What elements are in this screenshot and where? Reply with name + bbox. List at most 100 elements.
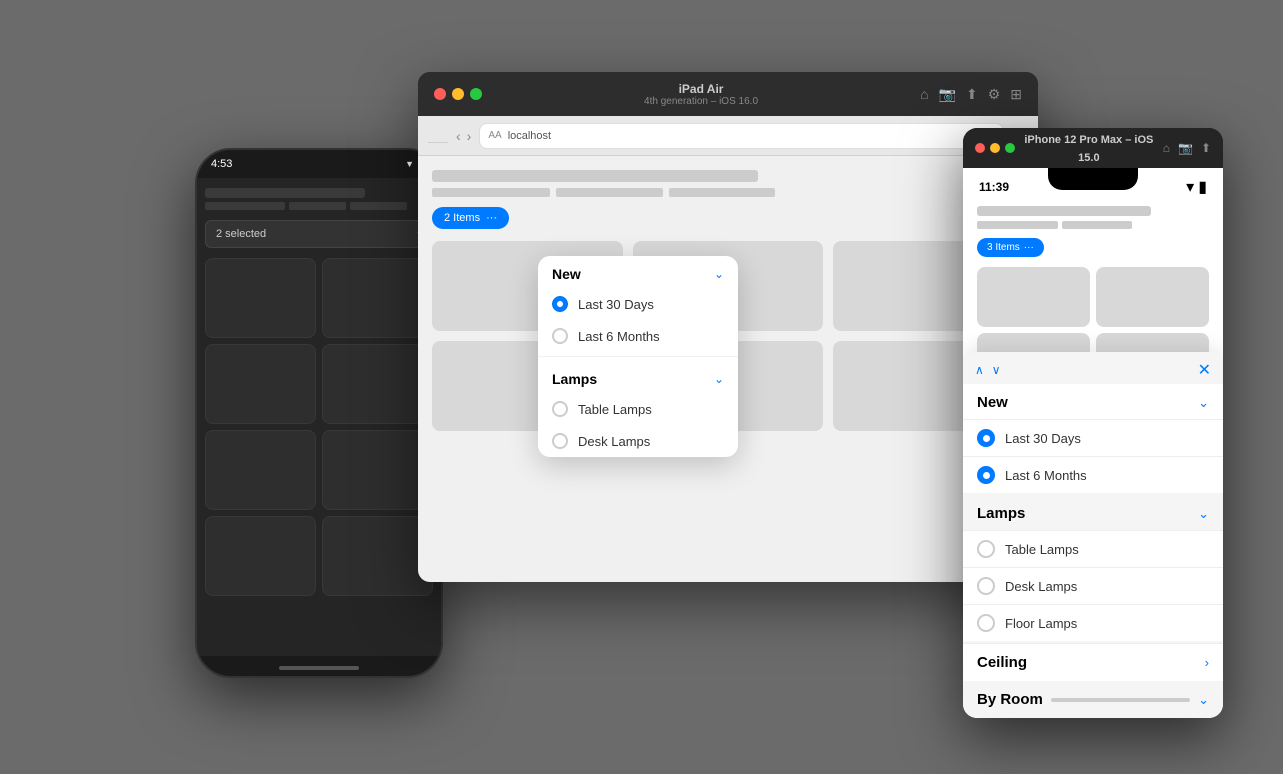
forward-button[interactable]: › — [467, 128, 472, 144]
ipad-titlebar: iPad Air 4th generation – iOS 16.0 ⌂ 📷 ⬆… — [418, 72, 1038, 116]
panel-radio-floorlamps[interactable] — [977, 614, 995, 632]
header-line — [432, 188, 550, 197]
dropdown-radio-tablelamps[interactable] — [552, 401, 568, 417]
iphone-device-title: iPhone 12 Pro Max – iOS 15.0 — [1021, 130, 1157, 166]
panel-ceiling-chevron: › — [1205, 655, 1209, 670]
panel-ceiling-row[interactable]: Ceiling › — [963, 643, 1223, 681]
dropdown-item-last6months[interactable]: Last 6 Months — [538, 320, 738, 352]
minimize-button[interactable] — [452, 88, 464, 100]
panel-radio-last30[interactable] — [977, 429, 995, 447]
android-content: 2 selected ▾ — [197, 178, 441, 656]
iphone-grid-item — [1096, 267, 1209, 327]
ipad-nav-buttons: ‹ › — [456, 128, 471, 144]
iphone-window: iPhone 12 Pro Max – iOS 15.0 ⌂ 📷 ⬆ 11:39… — [963, 128, 1223, 718]
iphone-close-button[interactable] — [975, 143, 985, 153]
camera-icon[interactable]: 📷 — [939, 86, 956, 103]
header-line-2 — [289, 202, 346, 210]
home-icon[interactable]: ⌂ — [920, 86, 928, 103]
grid-icon[interactable]: ⊞ — [1010, 86, 1022, 103]
ipad-app-content: 2 Items ··· New ⌄ Last — [418, 156, 1038, 582]
ipad-header-lines — [432, 188, 1024, 197]
iphone-filter-pill[interactable]: 3 Items ··· — [977, 238, 1044, 257]
android-grid — [205, 258, 433, 596]
iphone-minimize-button[interactable] — [990, 143, 1000, 153]
dropdown-chevron-new[interactable]: ⌄ — [714, 267, 724, 281]
header-line — [1062, 221, 1132, 229]
panel-section-new-chevron: ⌄ — [1198, 395, 1209, 411]
android-grid-item — [205, 430, 316, 510]
iphone-filter-label: 3 Items — [987, 242, 1020, 253]
dropdown-item-last30[interactable]: Last 30 Days — [538, 288, 738, 320]
dropdown-radio-last6months[interactable] — [552, 328, 568, 344]
android-time: 4:53 — [211, 158, 232, 170]
panel-section-lamps-chevron: ⌄ — [1198, 506, 1209, 522]
ipad-url-bar[interactable]: AA localhost — [479, 123, 1004, 149]
panel-byroom-bar — [1051, 698, 1190, 702]
panel-nav-down[interactable]: ∨ — [992, 363, 1001, 377]
iphone-header-area — [977, 206, 1209, 229]
panel-byroom-label: By Room — [977, 691, 1043, 708]
iphone-titlebar: iPhone 12 Pro Max – iOS 15.0 ⌂ 📷 ⬆ — [963, 128, 1223, 168]
iphone-maximize-button[interactable] — [1005, 143, 1015, 153]
panel-section-new-header[interactable]: New ⌄ — [963, 384, 1223, 419]
panel-byroom-row[interactable]: By Room ⌄ — [963, 681, 1223, 718]
panel-label-last6months: Last 6 Months — [1005, 468, 1087, 483]
ipad-filter-bar: 2 Items ··· — [432, 207, 1024, 229]
ipad-filter-pill[interactable]: 2 Items ··· — [432, 207, 509, 229]
android-grid-item — [322, 516, 433, 596]
panel-item-last6months[interactable]: Last 6 Months — [963, 456, 1223, 493]
dropdown-radio-desklamps[interactable] — [552, 433, 568, 449]
android-grid-item — [322, 344, 433, 424]
ipad-toolbar-icons: ⌂ 📷 ⬆ ⚙ ⊞ — [920, 86, 1022, 103]
share-icon[interactable]: ⬆ — [966, 86, 978, 103]
maximize-button[interactable] — [470, 88, 482, 100]
iphone-share-icon[interactable]: ⬆ — [1201, 141, 1211, 155]
panel-label-last30: Last 30 Days — [1005, 431, 1081, 446]
dropdown-label-tablelamps: Table Lamps — [578, 402, 652, 417]
panel-radio-tablelamps[interactable] — [977, 540, 995, 558]
panel-nav-up[interactable]: ∧ — [975, 363, 984, 377]
iphone-grid-item — [977, 267, 1090, 327]
ipad-header-placeholder — [432, 170, 758, 182]
ipad-screen: ‹ › AA localhost ··· 2 Items — [418, 116, 1038, 582]
android-select[interactable]: 2 selected ▾ — [205, 220, 433, 248]
dropdown-chevron-lamps[interactable]: ⌄ — [714, 372, 724, 386]
android-select-label: 2 selected — [216, 228, 266, 240]
panel-radio-desklamps[interactable] — [977, 577, 995, 595]
dropdown-radio-last30[interactable] — [552, 296, 568, 312]
back-button[interactable]: ‹ — [456, 128, 461, 144]
panel-item-desklamps[interactable]: Desk Lamps — [963, 567, 1223, 604]
dropdown-section-new-title: New — [552, 266, 581, 282]
panel-item-floorlamps[interactable]: Floor Lamps — [963, 604, 1223, 641]
ipad-dropdown: New ⌄ Last 30 Days Last 6 Months Lamps ⌄ — [538, 256, 738, 457]
header-line — [977, 221, 1058, 229]
lamps-items-container: Table Lamps Desk Lamps Floor Lamps — [963, 530, 1223, 641]
panel-section-new-title: New — [977, 394, 1008, 411]
iphone-camera-icon[interactable]: 📷 — [1178, 141, 1193, 155]
battery-icon: ▮ — [1198, 177, 1207, 197]
dropdown-item-desklamps[interactable]: Desk Lamps — [538, 425, 738, 457]
close-button[interactable] — [434, 88, 446, 100]
panel-item-last30[interactable]: Last 30 Days — [963, 419, 1223, 456]
panel-close-button[interactable]: ✕ — [1198, 360, 1211, 380]
filter-pill-label: 2 Items — [444, 212, 480, 224]
iphone-panel-nav: ∧ ∨ ✕ — [963, 352, 1223, 384]
dropdown-section-lamps: Lamps ⌄ — [538, 361, 738, 393]
panel-label-desklamps: Desk Lamps — [1005, 579, 1077, 594]
settings-icon[interactable]: ⚙ — [988, 86, 1001, 103]
dropdown-label-desklamps: Desk Lamps — [578, 434, 650, 449]
traffic-lights — [434, 88, 482, 100]
panel-label-tablelamps: Table Lamps — [1005, 542, 1079, 557]
iphone-status-icons: ▾ ▮ — [1186, 177, 1207, 197]
sidebar-toggle[interactable] — [428, 129, 448, 143]
iphone-header-lines — [977, 221, 1209, 229]
panel-section-lamps-header[interactable]: Lamps ⌄ — [963, 495, 1223, 530]
iphone-home-icon[interactable]: ⌂ — [1163, 141, 1170, 155]
iphone-notch — [1048, 168, 1138, 190]
panel-item-tablelamps[interactable]: Table Lamps — [963, 530, 1223, 567]
header-line — [669, 188, 776, 197]
dropdown-item-tablelamps[interactable]: Table Lamps — [538, 393, 738, 425]
panel-radio-last6months[interactable] — [977, 466, 995, 484]
android-grid-item — [205, 516, 316, 596]
panel-ceiling-label: Ceiling — [977, 654, 1027, 671]
